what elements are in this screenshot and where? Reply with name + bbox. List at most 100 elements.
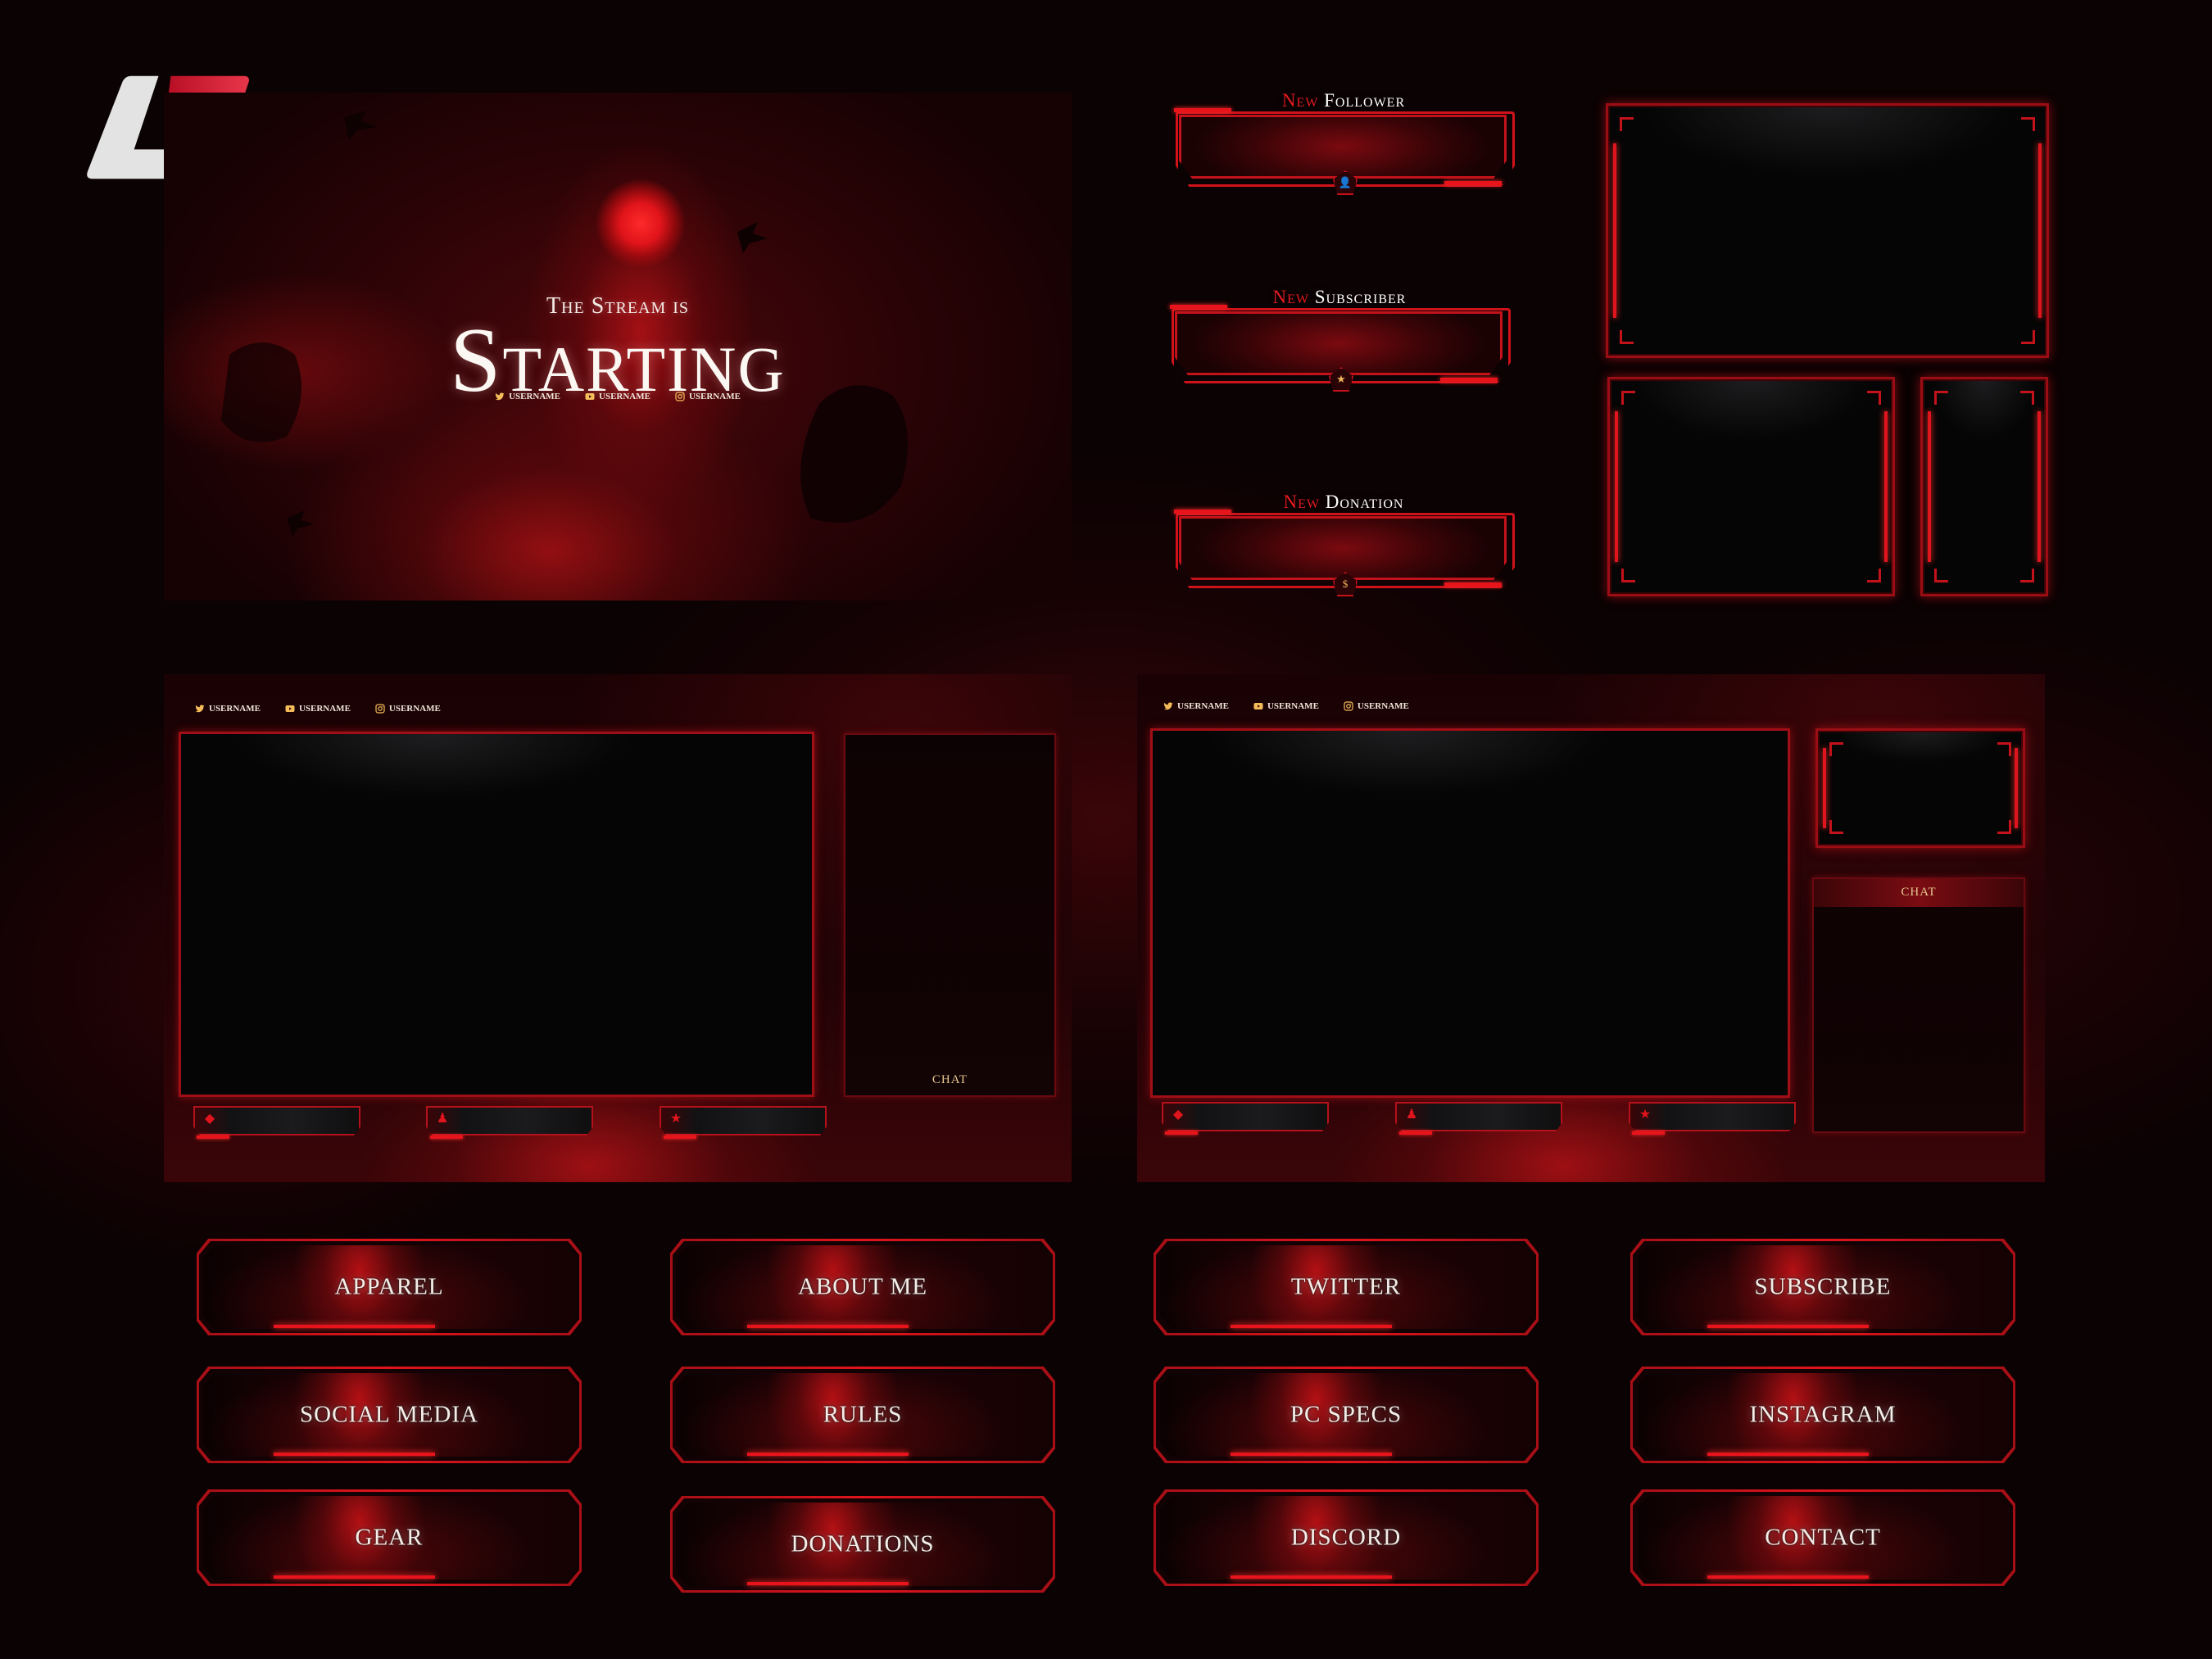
social-username: USERNAME xyxy=(1177,701,1229,711)
stat-box-star: ★ xyxy=(1629,1102,1796,1131)
stat-accent-bar xyxy=(1165,1131,1198,1135)
game-capture-area xyxy=(179,732,814,1097)
panel-label: SOCIAL MEDIA xyxy=(300,1401,478,1428)
frame-corner xyxy=(1934,391,1948,405)
panel-button-contact[interactable]: CONTACT xyxy=(1630,1489,2015,1586)
alert-new-donation: New Donation $ xyxy=(1167,492,1520,614)
overlay-socials: USERNAME USERNAME USERNAME xyxy=(195,704,441,714)
panel-label: CONTACT xyxy=(1765,1524,1881,1551)
twitter-icon xyxy=(495,392,505,401)
panel-label: APPAREL xyxy=(334,1273,444,1300)
panel-accent-bar xyxy=(1707,1575,1870,1579)
chat-panel: CHAT xyxy=(1812,877,2025,1133)
panel-button-gear[interactable]: GEAR xyxy=(197,1489,582,1586)
webcam-frame xyxy=(1815,728,2025,848)
panel-label: RULES xyxy=(823,1401,903,1428)
star-icon: ★ xyxy=(669,1112,682,1126)
panel-button-donations[interactable]: DONATIONS xyxy=(670,1496,1055,1593)
social-username: USERNAME xyxy=(298,704,351,714)
panel-accent-bar xyxy=(1707,1325,1870,1328)
panel-button-subscribe[interactable]: SUBSCRIBE xyxy=(1630,1239,2015,1335)
frame-corner xyxy=(2020,569,2034,582)
panel-accent-bar xyxy=(747,1325,909,1328)
social-twitter[interactable]: USERNAME xyxy=(195,704,261,714)
alert-box xyxy=(1175,311,1503,375)
social-twitter[interactable]: USERNAME xyxy=(1163,701,1229,711)
alert-type: Subscriber xyxy=(1314,287,1407,307)
stream-overlay-right: USERNAME USERNAME USERNAME CHAT ◆ ♟ ★ xyxy=(1137,674,2045,1182)
social-username: USERNAME xyxy=(688,392,741,401)
youtube-icon xyxy=(1253,701,1263,711)
panel-label: PC SPECS xyxy=(1290,1401,1403,1428)
social-username: USERNAME xyxy=(388,704,441,714)
social-youtube[interactable]: USERNAME xyxy=(285,704,351,714)
panel-button-instagram[interactable]: INSTAGRAM xyxy=(1630,1367,2015,1463)
panel-accent-bar xyxy=(1231,1575,1393,1579)
star-icon: ★ xyxy=(1639,1108,1652,1122)
frame-corner xyxy=(1621,569,1635,582)
frame-corner xyxy=(1620,117,1634,131)
alert-accent-bar xyxy=(1174,108,1231,112)
panel-accent-bar xyxy=(1707,1453,1870,1456)
panel-button-apparel[interactable]: APPAREL xyxy=(197,1239,582,1335)
stat-accent-bar xyxy=(197,1135,229,1139)
stat-box-follower: ♟ xyxy=(1395,1102,1562,1131)
starting-screen: The Stream is Starting USERNAME USERNAME… xyxy=(164,93,1072,601)
chat-label: CHAT xyxy=(1901,886,1937,899)
panel-button-pc-specs[interactable]: PC SPECS xyxy=(1154,1367,1539,1463)
alert-type: Donation xyxy=(1325,492,1404,512)
frame-corner xyxy=(1829,742,1843,756)
gem-icon: ◆ xyxy=(1172,1108,1184,1122)
stat-accent-bar xyxy=(430,1135,463,1139)
webcam-frame-large xyxy=(1606,103,2049,358)
social-instagram[interactable]: USERNAME xyxy=(675,392,741,401)
panel-label: SUBSCRIBE xyxy=(1754,1273,1892,1300)
alert-new-subscriber: New Subscriber ★ xyxy=(1163,287,1516,410)
frame-corner xyxy=(1867,569,1881,582)
social-instagram[interactable]: USERNAME xyxy=(375,704,441,714)
stat-box-star: ★ xyxy=(660,1106,827,1135)
alert-accent-bar xyxy=(1174,510,1231,514)
social-instagram[interactable]: USERNAME xyxy=(1344,701,1409,711)
user-plus-icon: ♟ xyxy=(436,1112,449,1126)
user-plus-icon: ♟ xyxy=(1405,1108,1418,1122)
webcam-frame-medium xyxy=(1607,377,1895,596)
frame-corner xyxy=(1997,820,2011,834)
social-youtube[interactable]: USERNAME xyxy=(1253,701,1319,711)
game-capture-area xyxy=(1150,728,1790,1098)
panel-button-discord[interactable]: DISCORD xyxy=(1154,1489,1539,1586)
instagram-icon xyxy=(675,392,685,401)
social-twitter[interactable]: USERNAME xyxy=(495,392,560,401)
panel-button-rules[interactable]: RULES xyxy=(670,1367,1055,1463)
panel-label: GEAR xyxy=(355,1524,424,1551)
panel-button-social-media[interactable]: SOCIAL MEDIA xyxy=(197,1367,582,1463)
panel-label: DONATIONS xyxy=(791,1530,935,1557)
crow-icon xyxy=(344,111,377,140)
stat-box-gem: ◆ xyxy=(1162,1102,1329,1131)
youtube-icon xyxy=(585,392,595,401)
alert-new-word: New xyxy=(1281,90,1319,111)
starting-socials: USERNAME USERNAME USERNAME xyxy=(164,392,1072,401)
frame-corner xyxy=(1621,391,1635,405)
panel-label: DISCORD xyxy=(1290,1524,1402,1551)
frame-corner xyxy=(2021,117,2035,131)
gem-icon: ◆ xyxy=(204,1112,215,1126)
stat-accent-bar xyxy=(664,1135,696,1139)
youtube-icon xyxy=(285,704,295,714)
stat-accent-bar xyxy=(1632,1131,1665,1135)
panel-accent-bar xyxy=(1231,1325,1393,1328)
alert-new-word: New xyxy=(1272,287,1310,307)
panel-accent-bar xyxy=(1231,1453,1393,1456)
social-username: USERNAME xyxy=(1357,701,1409,711)
panel-button-twitter[interactable]: TWITTER xyxy=(1154,1239,1539,1335)
chat-label: CHAT xyxy=(931,1073,968,1086)
panel-label: ABOUT ME xyxy=(797,1273,928,1300)
twitter-icon xyxy=(1163,701,1173,711)
social-username: USERNAME xyxy=(509,392,561,401)
panel-button-about-me[interactable]: ABOUT ME xyxy=(670,1239,1055,1335)
panel-accent-bar xyxy=(747,1453,909,1456)
instagram-icon xyxy=(375,704,385,714)
social-username: USERNAME xyxy=(1267,701,1319,711)
social-username: USERNAME xyxy=(209,704,261,714)
social-youtube[interactable]: USERNAME xyxy=(585,392,650,401)
